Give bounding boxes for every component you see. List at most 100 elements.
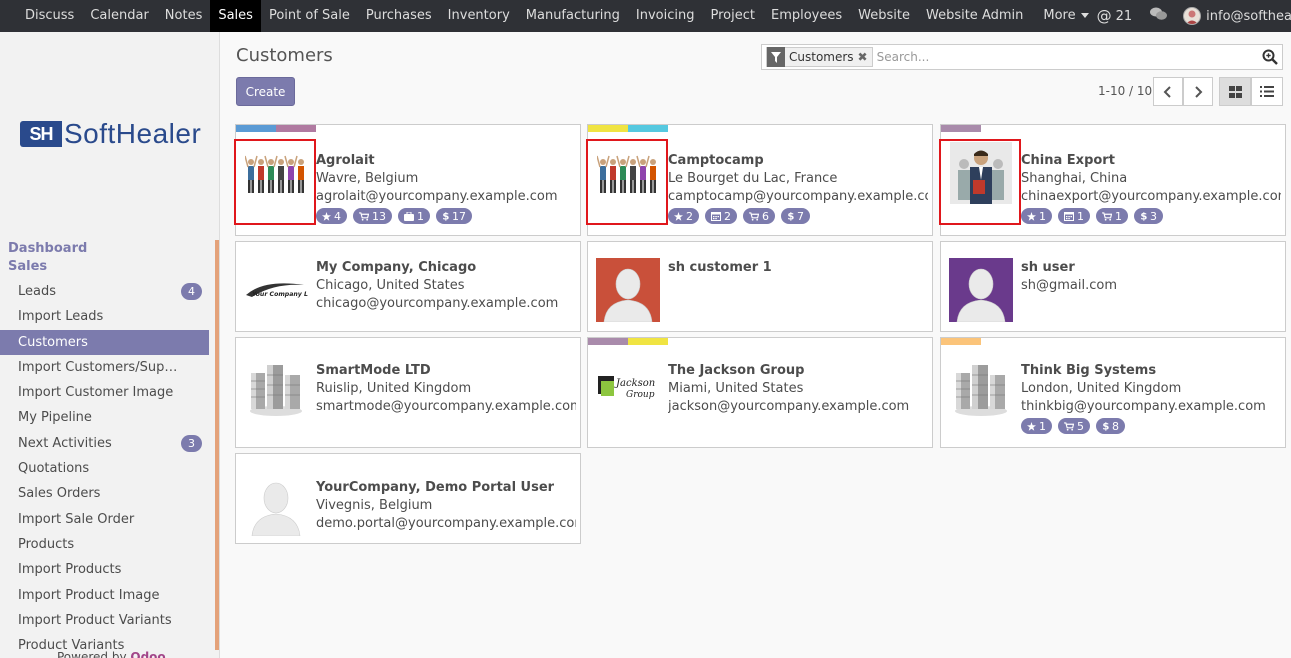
customer-card[interactable]: China Export Shanghai, China chinaexport@y… [939, 124, 1286, 236]
customer-name[interactable]: Camptocamp [668, 153, 928, 168]
pager-previous-button[interactable] [1153, 77, 1183, 106]
search-icon[interactable] [1262, 49, 1278, 69]
sidebar-item-import-customers-suppli[interactable]: Import Customers/Suppli… [0, 355, 209, 380]
app-menu-manufacturing[interactable]: Manufacturing [518, 0, 628, 32]
user-menu[interactable]: info@softhealer.com [1183, 7, 1291, 25]
customer-card[interactable]: Jackson Group The Jackson Group Miami, Unit… [587, 337, 933, 448]
stat-value: 1 [1115, 209, 1122, 223]
app-menu-employees[interactable]: Employees [763, 0, 850, 32]
grid-icon [1228, 85, 1242, 98]
customer-line-1: London, United Kingdom [1021, 381, 1182, 396]
customer-name[interactable]: YourCompany, Demo Portal User [316, 480, 576, 495]
app-menu-website-admin[interactable]: Website Admin [918, 0, 1031, 32]
page-title: Customers [236, 45, 333, 66]
stat-pill-cart[interactable]: 1 [1096, 208, 1128, 224]
stat-value: 7 [797, 209, 804, 223]
powered-brand[interactable]: Odoo [130, 650, 165, 658]
stat-pill-cart[interactable]: 6 [743, 208, 775, 224]
stat-value: 1 [417, 209, 424, 223]
sidebar-scrollbar[interactable] [215, 240, 219, 650]
chat-icon[interactable] [1150, 7, 1168, 25]
customer-name[interactable]: Think Big Systems [1021, 363, 1281, 378]
search-input[interactable] [876, 47, 1282, 67]
stat-value: 13 [372, 209, 386, 223]
sidebar-item-products[interactable]: Products [0, 532, 209, 557]
customer-card[interactable]: YourCompany, Demo Portal User Vivegnis, B… [235, 453, 581, 544]
app-menu-calendar[interactable]: Calendar [82, 0, 156, 32]
stat-pill-dollar[interactable]: $8 [1096, 418, 1125, 434]
stat-pill-star[interactable]: 2 [668, 208, 699, 224]
stat-value: 8 [1112, 419, 1119, 433]
customer-card[interactable]: SmartMode LTD Ruislip, United Kingdom smar… [235, 337, 581, 448]
color-tag [941, 338, 981, 345]
stat-pill-cart[interactable]: 5 [1058, 418, 1090, 434]
stat-pill-cart[interactable]: 13 [353, 208, 392, 224]
customer-name[interactable]: China Export [1021, 153, 1281, 168]
customer-name[interactable]: Agrolait [316, 153, 576, 168]
customer-card[interactable]: Camptocamp Le Bourget du Lac, France campt… [586, 124, 933, 236]
color-tag [276, 125, 316, 132]
stat-pill-star[interactable]: 4 [316, 208, 347, 224]
sidebar-item-import-leads[interactable]: Import Leads [0, 304, 209, 329]
sidebar-item-import-customer-image[interactable]: Import Customer Image [0, 380, 209, 405]
app-menu-point-of-sale[interactable]: Point of Sale [261, 0, 358, 32]
customer-name[interactable]: sh user [1021, 260, 1281, 275]
pager-next-button[interactable] [1183, 77, 1213, 106]
stat-pill-dollar[interactable]: $3 [1134, 208, 1163, 224]
cart-icon [749, 211, 762, 221]
customer-name[interactable]: The Jackson Group [668, 363, 928, 378]
facet-remove-icon[interactable]: ✖ [858, 50, 872, 64]
customer-name[interactable]: sh customer 1 [668, 260, 928, 275]
svg-text:$: $ [442, 212, 449, 221]
customer-name[interactable]: My Company, Chicago [316, 260, 576, 275]
stat-pill-suitcase[interactable]: 1 [398, 208, 430, 224]
search-box[interactable]: Customers ✖ [761, 44, 1283, 70]
pager-value[interactable]: 1-10 / 10 [1098, 84, 1152, 98]
sidebar-item-leads[interactable]: Leads 4 [0, 279, 209, 304]
sidebar-item-my-pipeline[interactable]: My Pipeline [0, 405, 209, 430]
stat-pill-dollar[interactable]: $17 [436, 208, 472, 224]
create-button[interactable]: Create [236, 77, 295, 106]
sidebar-item-sales-orders[interactable]: Sales Orders [0, 481, 209, 506]
app-menu-discuss[interactable]: Discuss [0, 0, 82, 32]
app-menu-notes[interactable]: Notes [157, 0, 211, 32]
list-view-button[interactable] [1251, 77, 1283, 106]
customer-card[interactable]: Think Big Systems London, United Kingdom t… [940, 337, 1286, 448]
app-menu-website[interactable]: Website [850, 0, 918, 32]
app-menu-inventory[interactable]: Inventory [440, 0, 518, 32]
sidebar-item-label: Import Leads [18, 309, 104, 325]
customer-name[interactable]: SmartMode LTD [316, 363, 576, 378]
sidebar-section-dashboard[interactable]: Dashboard [8, 241, 87, 256]
stat-pill-star[interactable]: 1 [1021, 208, 1052, 224]
sidebar-item-import-sale-order[interactable]: Import Sale Order [0, 507, 209, 532]
customer-card[interactable]: Your Company Logo My Company, Chicago Chic… [235, 241, 581, 332]
stat-pill-dollar[interactable]: $7 [781, 208, 810, 224]
app-menu-project[interactable]: Project [703, 0, 763, 32]
mentions-indicator[interactable]: @ 21 [1097, 7, 1133, 25]
stat-pill-calendar[interactable]: 2 [705, 208, 737, 224]
app-menu-invoicing[interactable]: Invoicing [628, 0, 703, 32]
app-menu-sales[interactable]: Sales [210, 0, 261, 32]
sidebar-item-import-products[interactable]: Import Products [0, 557, 209, 582]
sidebar-item-next-activities[interactable]: Next Activities 3 [0, 431, 209, 456]
customer-card[interactable]: sh user sh@gmail.com [940, 241, 1286, 332]
customer-card[interactable]: Agrolait Wavre, Belgium agrolait@yourcompa… [234, 124, 581, 236]
stat-value: 2 [724, 209, 731, 223]
calendar-icon [1064, 211, 1077, 221]
customer-card[interactable]: sh customer 1 [587, 241, 933, 332]
sidebar-item-import-product-image[interactable]: Import Product Image [0, 583, 209, 608]
sidebar-item-customers[interactable]: Customers [0, 329, 209, 355]
app-menu-purchases[interactable]: Purchases [358, 0, 440, 32]
sidebar-item-label: Products [18, 536, 75, 552]
sidebar-item-import-product-variants[interactable]: Import Product Variants [0, 608, 209, 633]
sidebar-item-quotations[interactable]: Quotations [0, 456, 209, 481]
more-menu[interactable]: More [1031, 0, 1096, 32]
stat-pill-star[interactable]: 1 [1021, 418, 1052, 434]
stat-value: 1 [1039, 209, 1046, 223]
sidebar-section-sales[interactable]: Sales [8, 259, 47, 274]
color-tag [236, 125, 276, 132]
kanban-view-button[interactable] [1219, 77, 1251, 106]
stat-value: 1 [1077, 209, 1084, 223]
stat-pill-calendar[interactable]: 1 [1058, 208, 1090, 224]
highlight-box [234, 139, 316, 225]
